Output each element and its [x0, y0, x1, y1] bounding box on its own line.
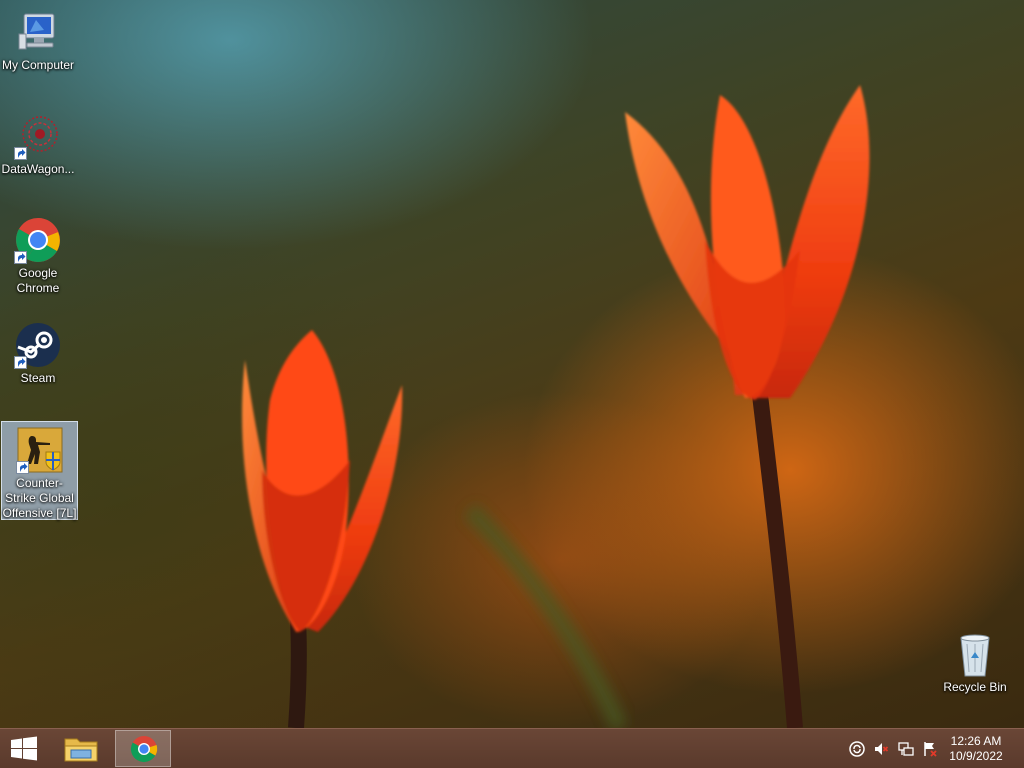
- shortcut-arrow-icon: [15, 461, 29, 474]
- counter-strike-icon: [15, 426, 64, 474]
- steam-icon: [14, 321, 62, 369]
- computer-icon: [14, 8, 62, 56]
- sync-icon[interactable]: [849, 741, 865, 757]
- chrome-icon: [14, 216, 62, 264]
- taskbar-clock[interactable]: 12:26 AM 10/9/2022: [946, 734, 1006, 764]
- taskbar: 12:26 AM 10/9/2022: [0, 728, 1024, 768]
- action-center-flag-icon[interactable]: [922, 741, 938, 757]
- file-explorer-icon: [64, 738, 98, 762]
- datawagon-icon: [14, 112, 62, 160]
- desktop-icon-label: Steam: [20, 371, 56, 385]
- taskbar-file-explorer-button[interactable]: [53, 730, 109, 767]
- volume-muted-icon[interactable]: [873, 741, 889, 757]
- desktop-icon-label: Google Chrome: [16, 266, 60, 295]
- desktop-icon-steam[interactable]: Steam: [0, 317, 76, 386]
- start-button[interactable]: [0, 729, 48, 768]
- desktop-icon-label: DataWagon...: [1, 162, 75, 176]
- shortcut-arrow-icon: [14, 356, 27, 369]
- desktop-icon-label: My Computer: [1, 58, 75, 72]
- clock-date: 10/9/2022: [949, 749, 1003, 763]
- clock-time: 12:26 AM: [950, 734, 1002, 748]
- desktop-icon-recycle-bin[interactable]: Recycle Bin: [937, 626, 1013, 695]
- desktop-icon-google-chrome[interactable]: Google Chrome: [0, 212, 76, 296]
- tulip-wallpaper-art: [242, 85, 870, 728]
- desktop-wallpaper: [0, 0, 1024, 728]
- windows-logo-icon: [11, 736, 37, 761]
- chrome-icon: [130, 736, 158, 763]
- network-icon[interactable]: [898, 741, 914, 757]
- shortcut-arrow-icon: [14, 147, 27, 160]
- desktop-icon-label: Recycle Bin: [943, 680, 1007, 694]
- desktop-icon-datawagon[interactable]: DataWagon...: [0, 108, 76, 177]
- shortcut-arrow-icon: [14, 251, 27, 264]
- desktop-icon-my-computer[interactable]: My Computer: [0, 4, 76, 73]
- taskbar-chrome-button[interactable]: [115, 730, 171, 767]
- recycle-bin-icon: [951, 630, 999, 678]
- desktop-icon-label: Counter-Strike Global Offensive [7L]: [2, 476, 77, 520]
- desktop-icon-counter-strike[interactable]: Counter-Strike Global Offensive [7L]: [1, 421, 78, 520]
